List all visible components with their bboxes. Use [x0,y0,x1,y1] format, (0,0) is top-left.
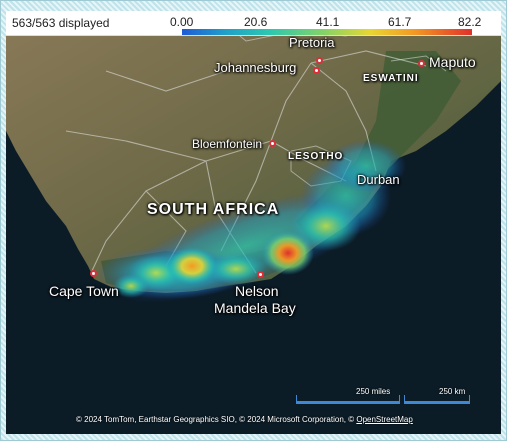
legend-tick-2: 20.6 [244,15,268,29]
country-label-south-africa: SOUTH AFRICA [147,201,280,218]
city-label-nelson-line1: Nelson [235,283,279,299]
legend-tick-min: 0.00 [170,15,194,29]
city-label-nelson-line2: Mandela Bay [214,300,296,316]
pretoria-marker[interactable] [316,57,323,64]
johannesburg-marker[interactable] [313,67,320,74]
legend-tick-max: 82.2 [458,15,482,29]
city-label-cape-town: Cape Town [49,283,119,299]
legend-tick-4: 61.7 [388,15,412,29]
legend-tick-3: 41.1 [316,15,340,29]
bloemfontein-marker[interactable] [269,140,276,147]
city-label-johannesburg: Johannesburg [214,60,297,75]
openstreetmap-link[interactable]: OpenStreetMap [356,415,412,424]
country-label-eswatini: ESWATINI [363,73,419,84]
scale-bar-km [404,395,470,404]
city-label-pretoria: Pretoria [289,35,335,50]
displayed-count: 563/563 displayed [12,16,110,30]
scale-bar-miles [296,395,400,404]
map-panel[interactable]: 563/563 displayed 0.00 20.6 41.1 61.7 82… [6,11,501,434]
city-label-durban: Durban [357,172,400,187]
color-legend: 563/563 displayed 0.00 20.6 41.1 61.7 82… [6,11,501,36]
city-label-bloemfontein: Bloemfontein [192,137,263,151]
maputo-marker[interactable] [418,60,425,67]
attribution-text: © 2024 TomTom, Earthstar Geographics SIO… [76,415,355,424]
nelson-mandela-bay-marker[interactable] [257,271,264,278]
map-attribution: © 2024 TomTom, Earthstar Geographics SIO… [76,415,413,424]
country-label-lesotho: LESOTHO [288,151,344,162]
cape-town-marker[interactable] [90,270,97,277]
city-label-maputo: Maputo [429,54,476,70]
window-frame: 563/563 displayed 0.00 20.6 41.1 61.7 82… [0,0,507,441]
